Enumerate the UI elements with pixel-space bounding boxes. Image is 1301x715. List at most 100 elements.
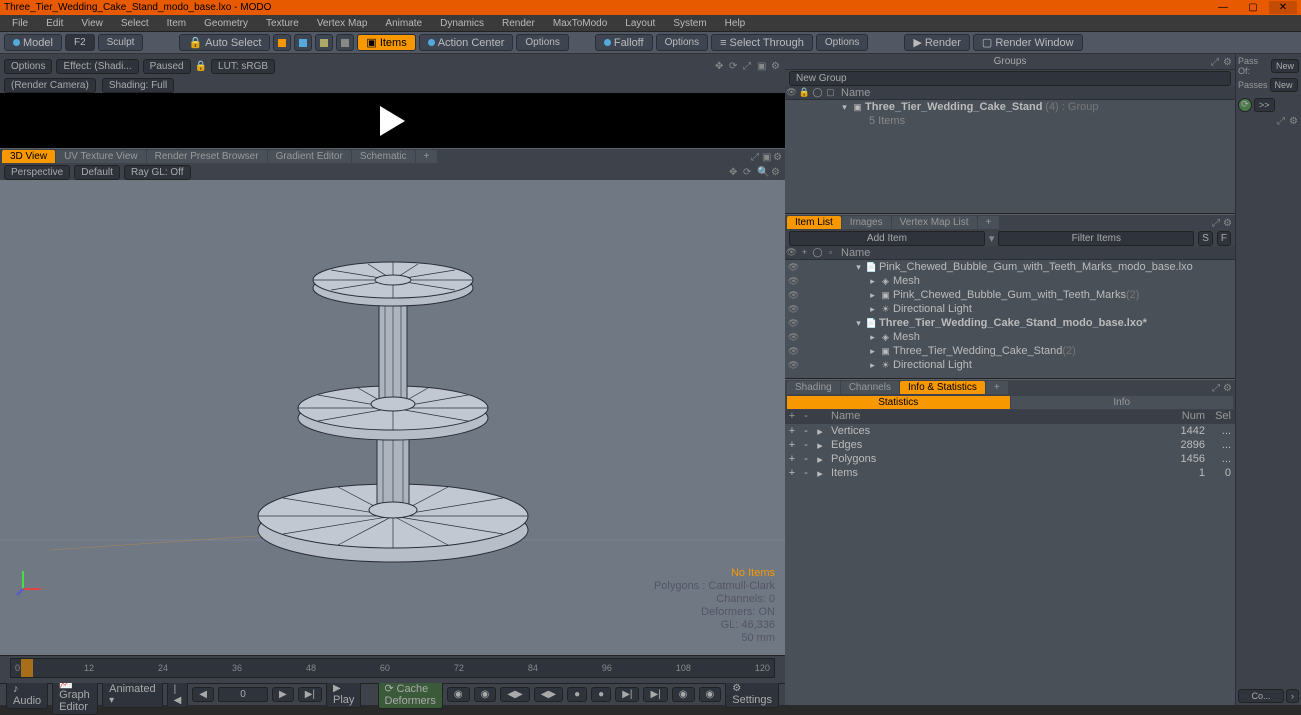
selmode-4[interactable] [336, 34, 354, 51]
vp-gear-icon[interactable]: ⚙ [771, 167, 781, 177]
refresh-icon[interactable]: ⟳ [1238, 98, 1252, 112]
menu-view[interactable]: View [73, 17, 111, 30]
falloff-button[interactable]: Falloff [595, 34, 653, 51]
raygl-toggle[interactable]: Ray GL: Off [124, 165, 191, 180]
render-window-button[interactable]: ▢Render Window [973, 34, 1083, 51]
render-camera[interactable]: (Render Camera) [4, 78, 96, 93]
visibility-icon[interactable]: 👁 [785, 87, 798, 98]
sculpt-button[interactable]: Sculpt [98, 34, 144, 51]
tab-shading[interactable]: Shading [787, 381, 840, 394]
add-col-icon[interactable]: + [798, 247, 811, 258]
options-3-button[interactable]: Options [816, 34, 868, 51]
anim-tool-4[interactable]: ◀▶ [534, 687, 563, 702]
tab-channels[interactable]: Channels [841, 381, 899, 394]
move-icon[interactable]: ✥ [715, 61, 725, 71]
visibility-icon[interactable]: 👁 [785, 247, 798, 258]
subtab-info[interactable]: Info [1011, 396, 1234, 409]
f2-button[interactable]: F2 [65, 34, 95, 51]
step-fwd-button[interactable]: ▶ [272, 687, 294, 702]
minimize-button[interactable]: — [1209, 1, 1237, 14]
tab-gradient[interactable]: Gradient Editor [268, 150, 351, 163]
filter-items-input[interactable]: Filter Items [998, 231, 1194, 246]
menu-select[interactable]: Select [113, 17, 157, 30]
menu-file[interactable]: File [4, 17, 36, 30]
add-item-button[interactable]: Add Item [789, 231, 985, 246]
selmode-3[interactable] [315, 34, 333, 51]
item-row[interactable]: 👁▸◈Mesh [785, 274, 1235, 288]
step-back-button[interactable]: ◀ [192, 687, 214, 702]
item-row[interactable]: 👁▸◈Mesh [785, 330, 1235, 344]
anim-tool-2[interactable]: ◉ [474, 687, 497, 702]
preview-lut[interactable]: LUT: sRGB [211, 59, 275, 74]
shading-default[interactable]: Default [74, 165, 120, 180]
tab-uv[interactable]: UV Texture View [56, 150, 146, 163]
col-icon-4[interactable]: ▢ [824, 87, 837, 98]
menu-maxtomodo[interactable]: MaxToModo [545, 17, 615, 30]
anim-tool-1[interactable]: ◉ [447, 687, 470, 702]
tab-add[interactable]: + [986, 381, 1008, 394]
action-center-button[interactable]: Action Center [419, 34, 514, 51]
col-icon-3[interactable]: ◯ [811, 87, 824, 98]
tab-add[interactable]: + [978, 216, 1000, 229]
vp-zoom-icon[interactable]: 🔍 [757, 167, 767, 177]
tab-info-stats[interactable]: Info & Statistics [900, 381, 985, 394]
audio-button[interactable]: ♪ Audio [6, 681, 48, 709]
options-1-button[interactable]: Options [516, 34, 568, 51]
menu-help[interactable]: Help [717, 17, 754, 30]
pass-new-button[interactable]: New [1271, 59, 1299, 73]
panel-expand-icon[interactable]: ⤢ [1212, 218, 1222, 228]
menu-geometry[interactable]: Geometry [196, 17, 256, 30]
menu-layout[interactable]: Layout [617, 17, 663, 30]
selmode-1[interactable] [273, 34, 291, 51]
skip-end-button[interactable]: ▶| [298, 687, 322, 702]
tab-add[interactable]: + [416, 150, 438, 163]
expand-icon[interactable]: ⤢ [743, 61, 753, 71]
item-row[interactable]: 👁▾📄Three_Tier_Wedding_Cake_Stand_modo_ba… [785, 316, 1235, 330]
tab-images[interactable]: Images [842, 216, 891, 229]
stats-row[interactable]: +-▸Edges2896... [785, 438, 1235, 452]
auto-select-button[interactable]: 🔒Auto Select [179, 34, 270, 51]
passes-new-button[interactable]: New [1270, 78, 1298, 92]
stats-row[interactable]: +-▸Vertices1442... [785, 424, 1235, 438]
animated-dropdown[interactable]: Animated ▾ [102, 681, 162, 708]
panel-expand-icon[interactable]: ⤢ [1211, 57, 1221, 67]
skip-start-button[interactable]: |◀ [167, 682, 189, 708]
panel-expand-icon[interactable]: ⤢ [1277, 116, 1287, 126]
color-col-icon[interactable]: ▫ [824, 247, 837, 258]
timeline[interactable]: 0 12 24 36 48 60 72 84 96 108 120 [0, 655, 785, 683]
item-row[interactable]: 👁▸☀Directional Light [785, 358, 1235, 372]
refresh-icon[interactable]: ⟳ [729, 61, 739, 71]
preview-paused[interactable]: Paused [143, 59, 191, 74]
panel-gear-icon[interactable]: ⚙ [773, 152, 783, 162]
render-button[interactable]: ▶Render [904, 34, 970, 51]
anim-tool-6[interactable]: ● [591, 687, 611, 702]
panel-expand-icon[interactable]: ⤢ [751, 152, 761, 162]
maximize-button[interactable]: ▢ [1239, 1, 1267, 14]
item-row[interactable]: 👁▸▣Pink_Chewed_Bubble_Gum_with_Teeth_Mar… [785, 288, 1235, 302]
menu-render[interactable]: Render [494, 17, 543, 30]
menu-vertexmap[interactable]: Vertex Map [309, 17, 376, 30]
settings-button[interactable]: ⚙ Settings [725, 681, 779, 708]
3d-viewport[interactable]: No Items Polygons : Catmull-Clark Channe… [0, 180, 785, 655]
menu-item[interactable]: Item [159, 17, 194, 30]
panel-gear-icon[interactable]: ⚙ [1223, 57, 1233, 67]
vp-move-icon[interactable]: ✥ [729, 167, 739, 177]
stats-row[interactable]: +-▸Items10 [785, 466, 1235, 480]
tab-itemlist[interactable]: Item List [787, 216, 841, 229]
panel-gear-icon[interactable]: ⚙ [1289, 116, 1299, 126]
selmode-2[interactable] [294, 34, 312, 51]
menu-texture[interactable]: Texture [258, 17, 307, 30]
co-button[interactable]: Co... [1238, 689, 1284, 703]
anim-tool-5[interactable]: ● [567, 687, 587, 702]
select-through-button[interactable]: ≡Select Through [711, 34, 813, 51]
close-button[interactable]: ✕ [1269, 1, 1297, 14]
render-preview[interactable] [0, 93, 785, 148]
item-row[interactable]: 👁▸▣Three_Tier_Wedding_Cake_Stand (2) [785, 344, 1235, 358]
col-icon-3[interactable]: ◯ [811, 247, 824, 258]
anim-tool-8[interactable]: ▶| [643, 687, 667, 702]
panel-gear-icon[interactable]: ⚙ [1223, 218, 1233, 228]
tab-3dview[interactable]: 3D View [2, 150, 55, 163]
shading-full[interactable]: Shading: Full [102, 78, 174, 93]
anim-tool-3[interactable]: ◀▶ [500, 687, 529, 702]
options-2-button[interactable]: Options [656, 34, 708, 51]
